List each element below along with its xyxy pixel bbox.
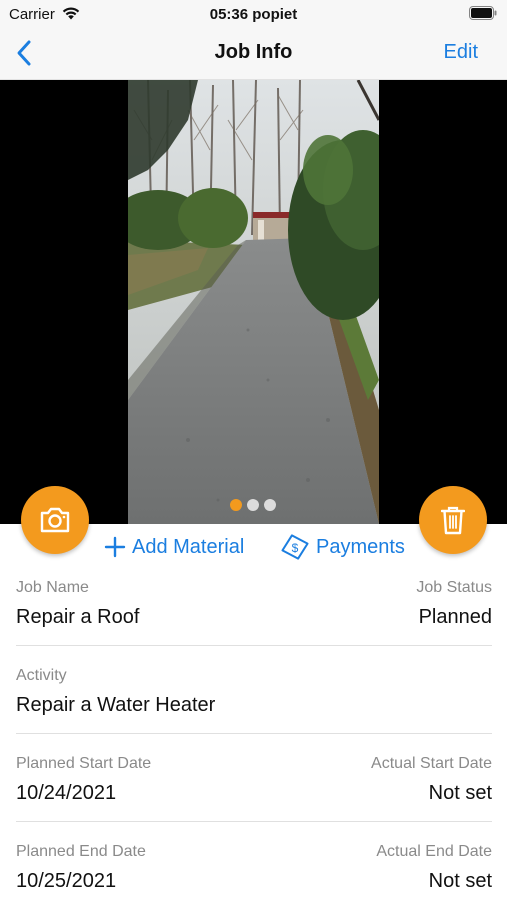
delete-photo-button[interactable] [419,486,487,554]
chevron-left-icon[interactable] [10,38,40,68]
job-status-label: Job Status [416,579,492,596]
planned-end-label: Planned End Date [16,843,146,860]
svg-text:$: $ [292,541,299,555]
add-photo-button[interactable] [21,486,89,554]
activity-label: Activity [16,667,67,684]
actual-start-label: Actual Start Date [371,755,492,772]
navigation-bar: Job Info Edit [0,28,507,80]
page-indicator[interactable] [230,499,276,511]
photo-gallery[interactable] [0,80,507,524]
camera-icon [40,507,70,533]
edit-button[interactable]: Edit [444,41,478,64]
plus-icon [104,536,126,558]
planned-start-value: 10/24/2021 [16,782,117,804]
planned-start-label: Planned Start Date [16,755,152,772]
actual-start-value: Not set [428,782,492,804]
page-dot[interactable] [264,499,276,511]
payments-button[interactable]: $ Payments [280,533,405,561]
job-status-value: Planned [418,606,492,628]
add-material-label: Add Material [132,535,245,558]
divider [16,733,492,734]
job-photo[interactable] [128,80,379,524]
page-dot[interactable] [230,499,242,511]
job-name-label: Job Name [16,579,89,596]
actual-end-label: Actual End Date [376,843,492,860]
add-material-button[interactable]: Add Material [104,533,244,561]
page-dot[interactable] [247,499,259,511]
payments-label: Payments [316,535,405,558]
divider [16,821,492,822]
divider [16,645,492,646]
battery-icon [469,6,497,20]
status-bar: Carrier 05:36 popiet [0,0,507,28]
status-time: 05:36 popiet [209,6,298,23]
activity-value: Repair a Water Heater [16,694,216,716]
payment-tag-icon: $ [281,534,309,560]
planned-end-value: 10/25/2021 [16,870,117,892]
page-title: Job Info [214,41,293,63]
job-name-value: Repair a Roof [16,606,140,628]
trash-icon [441,506,465,535]
actual-end-value: Not set [428,870,492,892]
